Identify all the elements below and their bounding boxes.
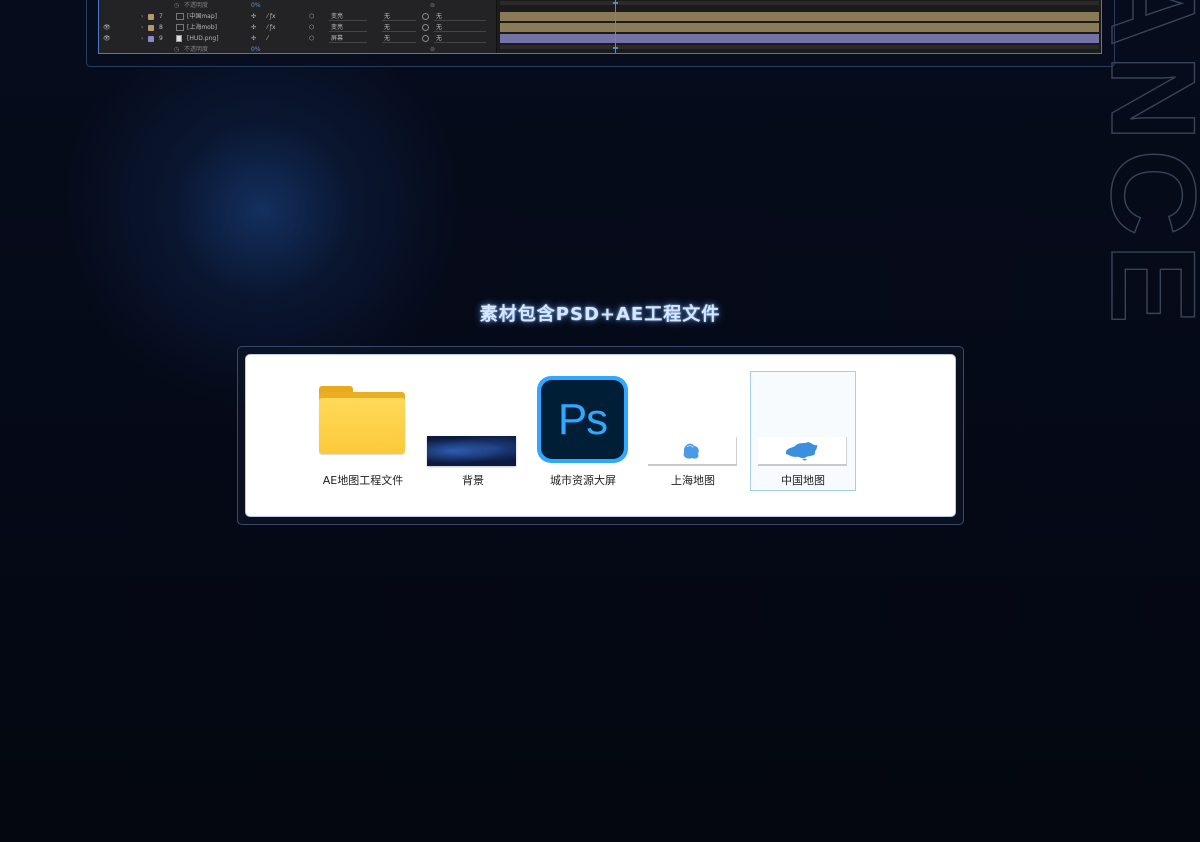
ae-timeline-panel: ◷ 不透明度 0% ⊚ › 7 [中国map] ✣ ⁄ ƒx ⬡ 变亮 无 无 bbox=[98, 0, 1102, 54]
track-bar[interactable] bbox=[500, 34, 1099, 43]
layer-type-icon bbox=[176, 13, 184, 20]
stopwatch-icon[interactable]: ◷ bbox=[174, 0, 179, 11]
layer-name[interactable]: [上海mob] bbox=[187, 22, 217, 33]
background-image-thumbnail[interactable] bbox=[427, 436, 516, 466]
dropdown-underline bbox=[434, 34, 486, 43]
track-bar bbox=[500, 1, 1099, 5]
keyframe-marker[interactable] bbox=[613, 47, 618, 49]
dropdown-underline bbox=[382, 34, 416, 43]
map-shape-icon bbox=[786, 442, 818, 461]
ae-property-name: 不透明度 bbox=[184, 46, 209, 53]
file-label[interactable]: 背景 bbox=[462, 472, 484, 488]
ae-opacity-row: ◷ 不透明度 0% ⊚ bbox=[99, 44, 497, 53]
decorative-side-text: ANCE bbox=[1098, 0, 1200, 470]
layer-index: 8 bbox=[159, 24, 163, 31]
map-shape-icon bbox=[683, 443, 699, 459]
link-icon: ⊚ bbox=[430, 2, 436, 9]
dropdown-underline bbox=[329, 12, 367, 21]
link-icon: ⊚ bbox=[430, 46, 436, 53]
file-label[interactable]: 中国地图 bbox=[781, 472, 825, 488]
ae-property-value[interactable]: 0% bbox=[251, 44, 261, 53]
dropdown-underline bbox=[434, 23, 486, 32]
label-color-swatch[interactable] bbox=[148, 25, 154, 31]
switch-icon[interactable]: ✣ bbox=[251, 11, 256, 22]
track-bar[interactable] bbox=[500, 12, 1099, 21]
playhead[interactable] bbox=[615, 0, 616, 53]
expand-arrow-icon[interactable]: › bbox=[141, 33, 143, 44]
track-bar bbox=[500, 45, 1099, 49]
file-label[interactable]: 城市资源大屏 bbox=[550, 472, 616, 488]
track-bar[interactable] bbox=[500, 23, 1099, 32]
3d-layer-icon[interactable]: ⬡ bbox=[309, 22, 314, 33]
expand-arrow-icon[interactable]: › bbox=[141, 22, 143, 33]
parent-pickwhip-icon[interactable] bbox=[422, 35, 429, 42]
ae-property-value[interactable]: 0% bbox=[251, 0, 261, 11]
visibility-eye-icon[interactable]: 👁 bbox=[103, 33, 111, 44]
quality-icon[interactable]: ⁄ bbox=[267, 33, 268, 44]
switch-icon[interactable]: ✣ bbox=[251, 22, 256, 33]
ae-property-name: 不透明度 bbox=[184, 2, 209, 9]
layer-name[interactable]: [HUD.png] bbox=[187, 33, 219, 44]
stopwatch-icon[interactable]: ◷ bbox=[174, 44, 179, 53]
visibility-eye-icon[interactable]: 👁 bbox=[103, 22, 111, 33]
file-label[interactable]: AE地图工程文件 bbox=[323, 472, 403, 488]
ae-layer-row[interactable]: 👁 › 8 [上海mob] ✣ ⁄ ƒx ⬡ 变亮 无 无 bbox=[99, 22, 497, 33]
dropdown-underline bbox=[329, 34, 367, 43]
expand-arrow-icon[interactable]: › bbox=[141, 11, 143, 22]
quality-icon[interactable]: ⁄ ƒx bbox=[267, 22, 276, 33]
file-label[interactable]: 上海地图 bbox=[671, 472, 715, 488]
parent-pickwhip-icon[interactable] bbox=[422, 13, 429, 20]
layer-index: 9 bbox=[159, 35, 163, 42]
ps-icon-text: Ps bbox=[557, 394, 608, 444]
ae-layer-row[interactable]: 👁 › 9 [HUD.png] ✣ ⁄ ⬡ 屏幕 无 无 bbox=[99, 33, 497, 44]
china-map-thumbnail[interactable] bbox=[758, 437, 847, 466]
label-color-swatch[interactable] bbox=[148, 14, 154, 20]
parent-pickwhip-icon[interactable] bbox=[422, 24, 429, 31]
dropdown-underline bbox=[382, 23, 416, 32]
3d-layer-icon[interactable]: ⬡ bbox=[309, 33, 314, 44]
photoshop-icon[interactable]: Ps bbox=[537, 376, 628, 463]
page-background: ◷ 不透明度 0% ⊚ › 7 [中国map] ✣ ⁄ ƒx ⬡ 变亮 无 无 bbox=[0, 0, 1200, 842]
ae-opacity-row: ◷ 不透明度 0% ⊚ bbox=[99, 0, 497, 11]
ae-layer-row[interactable]: › 7 [中国map] ✣ ⁄ ƒx ⬡ 变亮 无 无 bbox=[99, 11, 497, 22]
switch-icon[interactable]: ✣ bbox=[251, 33, 256, 44]
3d-layer-icon[interactable]: ⬡ bbox=[309, 11, 314, 22]
side-text-glyphs: ANCE bbox=[1098, 0, 1200, 332]
ae-timeline-tracks bbox=[498, 0, 1101, 53]
folder-icon[interactable] bbox=[319, 386, 405, 454]
ae-layer-list: ◷ 不透明度 0% ⊚ › 7 [中国map] ✣ ⁄ ƒx ⬡ 变亮 无 无 bbox=[99, 0, 497, 53]
dropdown-underline bbox=[382, 12, 416, 21]
dropdown-underline bbox=[434, 12, 486, 21]
dropdown-underline bbox=[329, 23, 367, 32]
keyframe-marker[interactable] bbox=[613, 2, 618, 4]
quality-icon[interactable]: ⁄ ƒx bbox=[267, 11, 276, 22]
label-color-swatch[interactable] bbox=[148, 36, 154, 42]
shanghai-map-thumbnail[interactable] bbox=[648, 437, 737, 466]
layer-type-icon bbox=[176, 24, 184, 31]
page-title: 素材包含PSD+AE工程文件 bbox=[479, 304, 721, 325]
layer-name[interactable]: [中国map] bbox=[187, 11, 217, 22]
layer-index: 7 bbox=[159, 13, 163, 20]
file-icon bbox=[176, 35, 182, 42]
